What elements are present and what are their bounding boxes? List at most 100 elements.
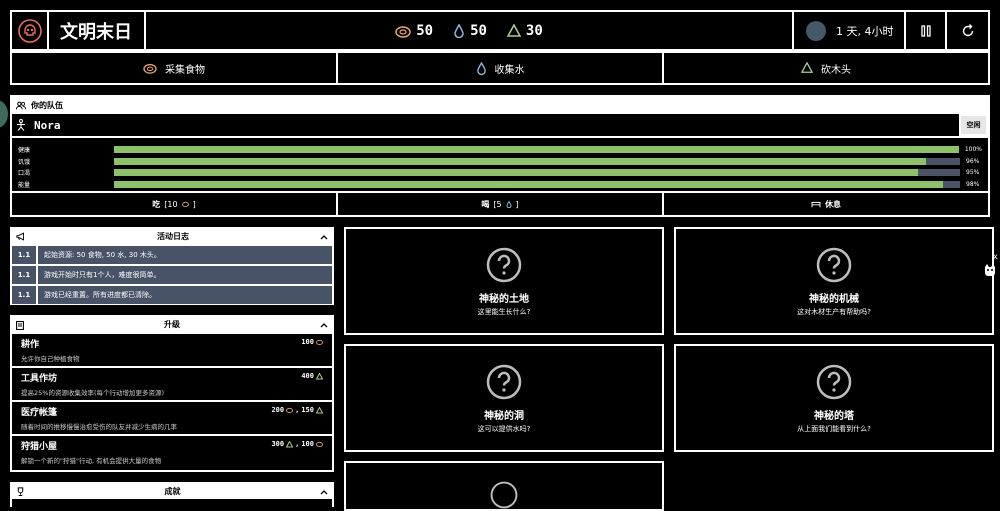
chevron-up-icon [320,322,328,327]
member-name-cell: Nora [12,114,959,136]
header: 文明末日 50 50 30 1 天, 4小时 [10,10,990,51]
cost-value: 100 [301,338,314,346]
mystery-card-hidden[interactable] [344,461,664,511]
achievements-header[interactable]: 成就 [12,484,332,499]
person-icon [17,119,25,131]
rest-button[interactable]: 休息 [664,193,988,215]
upgrades-panel: 升级 耕作 允许你自己种植食物 100 工具作坊 提高25%的资源收集效率(每个… [10,315,334,472]
restart-button[interactable] [947,12,988,49]
stat-value: 96% [966,157,980,165]
log-message: 起始资源: 50 食物, 50 水, 30 木头。 [44,251,161,259]
stat-bar-fill [113,146,959,154]
log-entry: 1.1 起始资源: 50 食物, 50 水, 30 木头。 [12,244,332,264]
food-icon [286,407,294,413]
drink-cost: [5 [493,199,502,209]
cost-separator: , [295,406,300,414]
upgrade-hunting-lodge[interactable]: 狩猎小屋 解锁一个新的"狩猎"行动, 有机会提供大量的食物 300, 100 [12,434,332,468]
chop-wood-button[interactable]: 砍木头 [664,53,988,83]
mystery-title: 神秘的塔 [814,411,854,422]
upgrade-medical-tent[interactable]: 医疗帐篷 随着时间的推移慢慢治愈受伤的队友并减少生病的几率 200, 150 [12,400,332,434]
log-header[interactable]: 活动日志 [12,229,332,244]
moon-icon [806,20,826,41]
member-row[interactable]: Nora 空闲 [12,114,988,138]
restart-icon [962,23,973,36]
cost-value: 100 [301,440,314,448]
eat-label: 吃 [152,199,161,209]
stat-bar [113,146,959,154]
mystery-desc: 从上面我们能看到什么? [797,425,871,433]
upgrade-farming[interactable]: 耕作 允许你自己种植食物 100 [12,332,332,366]
log-list: 1.1 起始资源: 50 食物, 50 水, 30 木头。 1.1 游戏开始时只有1个… [12,244,332,304]
chop-wood-label: 砍木头 [821,64,851,76]
water-resource: 50 [453,23,487,39]
log-message: 游戏开始时只有1个人，难度很简单。 [44,271,161,279]
upgrade-desc: 解锁一个新的"狩猎"行动, 有机会提供大量的食物 [21,457,162,465]
drink-label: 喝 [481,199,490,209]
side-mascot-icon[interactable] [983,263,997,277]
wood-icon [316,372,323,379]
mystery-card[interactable]: 神秘的机械 这对木材生产有帮助吗? [674,227,994,335]
rest-label: 休息 [825,199,841,209]
upgrade-workshop[interactable]: 工具作坊 提高25%的资源收集效率(每个行动增加更多资源) 400 [12,366,332,400]
resource-bar: 50 50 30 [146,12,794,49]
upgrade-name: 耕作 [21,340,40,350]
upgrades-title: 升级 [164,320,180,329]
mystery-card[interactable]: 神秘的土地 这里能生长什么? [344,227,664,335]
stat-bar-fill [114,157,927,165]
wood-icon [286,440,294,447]
bed-icon [811,201,821,208]
cat-icon [985,264,995,276]
stat-label: 健康 [18,147,31,155]
wood-icon [506,23,521,37]
question-icon [486,364,522,400]
pause-button[interactable] [906,12,947,49]
question-icon [486,247,522,283]
activity-log-panel: 活动日志 1.1 起始资源: 50 食物, 50 水, 30 木头。 1.1 游戏开始… [10,227,334,305]
collect-water-button[interactable]: 收集水 [338,53,664,83]
upgrades-header[interactable]: 升级 [12,317,332,332]
mystery-desc: 这可以提供水吗? [477,425,531,433]
log-message: 游戏已经重置。所有进度都已清除。 [44,291,156,299]
water-icon [454,23,464,38]
mystery-desc: 这里能生长什么? [477,308,531,316]
megaphone-icon [16,232,24,241]
food-icon [395,25,411,38]
stat-value: 100% [964,146,982,154]
skull-icon [17,18,42,43]
cost-value: 200 [271,406,285,414]
stat-value: 95% [966,169,980,177]
wood-count: 30 [525,22,543,39]
close-icon[interactable]: x [993,252,998,261]
food-icon [143,63,157,74]
mystery-card[interactable]: 神秘的塔 从上面我们能看到什么? [674,344,994,452]
stat-label: 饥饿 [18,158,31,166]
eat-button[interactable]: 吃 [10 ] [12,193,338,215]
mystery-title: 神秘的机械 [809,294,859,305]
gather-food-button[interactable]: 采集食物 [12,53,338,83]
drink-button[interactable]: 喝 [5 ] [338,193,664,215]
log-entry: 1.1 游戏已经重置。所有进度都已清除。 [12,284,332,304]
trophy-icon [17,487,24,496]
cost-separator: , [295,440,300,448]
wood-icon [316,406,323,413]
water-icon [476,61,486,75]
upgrade-name: 工具作坊 [21,374,58,384]
gather-food-label: 采集食物 [165,64,205,76]
mystery-card[interactable]: 神秘的洞 这可以提供水吗? [344,344,664,452]
cost-value: 150 [301,406,314,414]
log-time: 1.1 [12,246,38,264]
food-icon [181,201,189,207]
chevron-up-icon [320,234,328,239]
achievements-panel: 成就 [10,482,334,507]
stat-value: 98% [966,180,980,188]
side-avatar[interactable] [0,100,8,128]
upgrade-desc: 提高25%的资源收集效率(每个行动增加更多资源) [21,389,165,397]
game-title: 文明末日 [49,12,146,49]
mystery-title: 神秘的土地 [479,294,529,305]
cost-value: 300 [271,440,285,448]
log-title: 活动日志 [157,232,189,241]
question-icon [816,364,852,400]
users-icon [16,101,26,110]
upgrade-cost: 300, 100 [271,440,323,448]
water-icon [506,200,512,208]
